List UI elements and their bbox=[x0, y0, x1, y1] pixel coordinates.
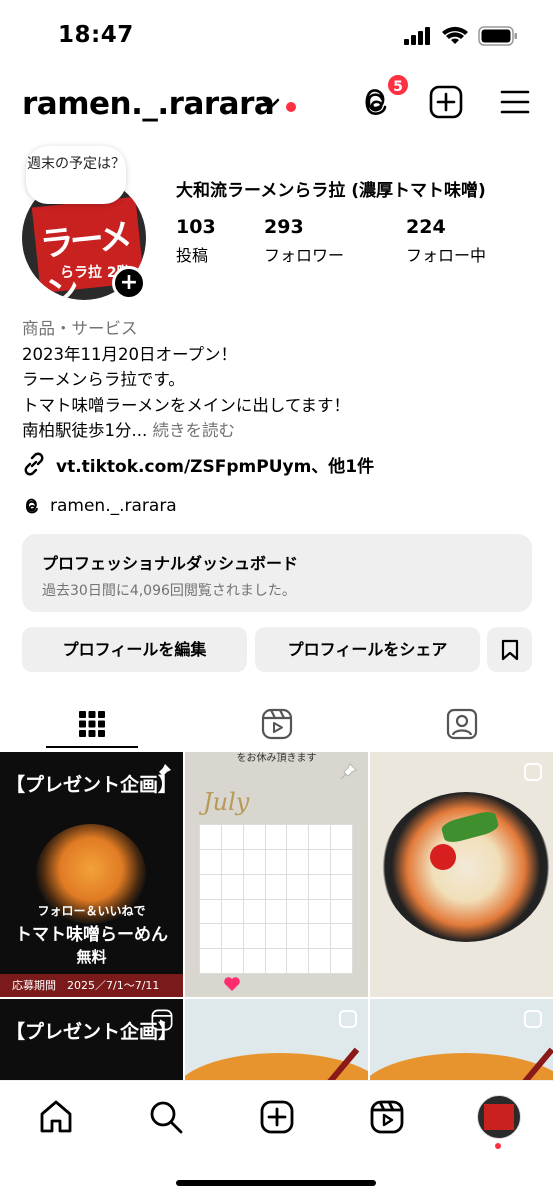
nav-avatar-sign bbox=[484, 1104, 514, 1130]
stat-value: 224 bbox=[406, 216, 446, 238]
pinned-icon bbox=[156, 764, 171, 779]
post-bowl-image bbox=[382, 792, 550, 942]
reels-nav-icon[interactable] bbox=[367, 1097, 407, 1137]
tab-tagged[interactable] bbox=[370, 697, 554, 751]
stat-label: フォロワー bbox=[264, 246, 345, 265]
read-more-link[interactable]: 続きを読む bbox=[152, 421, 235, 440]
bookmark-icon bbox=[501, 639, 518, 661]
profile-header: ramen._.rarara bbox=[0, 78, 554, 134]
post-tile[interactable] bbox=[370, 752, 553, 997]
tab-reels[interactable] bbox=[185, 697, 369, 751]
notification-dot bbox=[286, 102, 296, 112]
stat-label: 投稿 bbox=[176, 246, 209, 265]
profile-link[interactable]: vt.tiktok.com/ZSFpmPUym、他1件 bbox=[22, 450, 374, 478]
note-bubble[interactable]: 週末の予定は？ bbox=[26, 146, 126, 204]
bio-line: 南柏駅徒歩1分... bbox=[22, 421, 148, 440]
profile-stats: 103 投稿 293 フォロワー 224 フォロー中 bbox=[176, 216, 536, 272]
profile-nav-dot bbox=[495, 1143, 501, 1149]
post-tile[interactable]: 【プレゼント企画】 bbox=[0, 999, 183, 1080]
post-tomato bbox=[430, 844, 456, 870]
multi-image-icon bbox=[524, 763, 542, 781]
display-name: 大和流ラーメンらラ拉 (濃厚トマト味噌) bbox=[176, 181, 486, 201]
link-text: vt.tiktok.com/ZSFpmPUym、他1件 bbox=[56, 456, 375, 477]
signal-icon bbox=[404, 27, 430, 45]
post-tile[interactable] bbox=[370, 999, 553, 1080]
profile-category: 商品・サービス bbox=[22, 319, 138, 338]
professional-dashboard[interactable]: プロフェッショナルダッシュボード 過去30日間に4,096回閲覧されました。 bbox=[22, 534, 532, 612]
reel-post-icon bbox=[151, 1009, 173, 1031]
tagged-icon bbox=[446, 708, 478, 740]
heart-icon bbox=[224, 977, 240, 991]
tab-grid[interactable] bbox=[0, 697, 184, 751]
grid-icon bbox=[79, 711, 105, 737]
stat-value: 103 bbox=[176, 216, 216, 238]
create-post-icon[interactable] bbox=[428, 84, 464, 120]
threads-badge: 5 bbox=[386, 73, 410, 97]
post-period-bar: 応募期間 2025／7/1〜7/11 bbox=[0, 974, 183, 997]
bottom-nav bbox=[0, 1080, 554, 1199]
threads-link[interactable]: ramen._.rarara bbox=[22, 493, 177, 519]
stat-value: 293 bbox=[264, 216, 304, 238]
link-icon bbox=[24, 452, 44, 476]
dashboard-subtitle: 過去30日間に4,096回閲覧されました。 bbox=[42, 583, 296, 599]
stat-posts[interactable]: 103 投稿 bbox=[176, 216, 216, 266]
search-icon[interactable] bbox=[146, 1097, 186, 1137]
bio-line: ラーメンらラ拉です。 bbox=[22, 370, 185, 389]
post-text: フォロー＆いいねで bbox=[37, 904, 146, 918]
bio-line-last: 南柏駅徒歩1分... 続きを読む bbox=[22, 418, 532, 444]
multi-image-icon bbox=[339, 1010, 357, 1028]
status-bar: 18:47 bbox=[0, 0, 554, 70]
create-icon[interactable] bbox=[257, 1097, 297, 1137]
active-tab-indicator bbox=[46, 746, 138, 748]
saved-button[interactable] bbox=[487, 627, 532, 672]
bio-line: トマト味噌ラーメンをメインに出してます！ bbox=[22, 395, 351, 415]
battery-icon bbox=[478, 26, 517, 46]
home-indicator bbox=[176, 1180, 376, 1186]
share-profile-button[interactable]: プロフィールをシェア bbox=[255, 627, 480, 672]
add-story-button[interactable]: + bbox=[112, 266, 146, 300]
post-text: トマト味噌らーめん bbox=[15, 925, 168, 945]
chevron-down-icon[interactable] bbox=[262, 98, 280, 110]
threads-small-icon bbox=[25, 498, 38, 514]
posts-grid: 【プレゼント企画】 フォロー＆いいねで トマト味噌らーめん 無料 応募期間 20… bbox=[0, 752, 554, 1080]
threads-handle: ramen._.rarara bbox=[50, 496, 177, 516]
reels-icon bbox=[261, 708, 293, 740]
stat-followers[interactable]: 293 フォロワー bbox=[264, 216, 344, 266]
post-month: July bbox=[203, 788, 250, 816]
stat-following[interactable]: 224 フォロー中 bbox=[406, 216, 486, 266]
pinned-icon bbox=[340, 763, 357, 780]
post-text: 無料 bbox=[76, 948, 107, 966]
home-icon[interactable] bbox=[36, 1097, 76, 1137]
edit-profile-button[interactable]: プロフィールを編集 bbox=[22, 627, 247, 672]
bio-line: 2023年11月20日オープン！ bbox=[22, 344, 237, 364]
menu-icon[interactable] bbox=[497, 84, 533, 120]
dashboard-title: プロフェッショナルダッシュボード bbox=[42, 554, 299, 573]
post-tile[interactable]: をお休み頂きます July bbox=[185, 752, 368, 997]
username-switcher[interactable]: ramen._.rarara bbox=[22, 86, 275, 122]
post-tile[interactable]: 【プレゼント企画】 フォロー＆いいねで トマト味噌らーめん 無料 応募期間 20… bbox=[0, 752, 183, 997]
profile-nav-avatar[interactable] bbox=[477, 1095, 521, 1139]
status-icons bbox=[404, 26, 518, 46]
stat-label: フォロー中 bbox=[406, 246, 487, 265]
wifi-icon bbox=[442, 26, 468, 44]
multi-image-icon bbox=[524, 1010, 542, 1028]
profile-tabs bbox=[0, 697, 554, 751]
calendar-image bbox=[199, 824, 353, 974]
status-time: 18:47 bbox=[58, 22, 134, 48]
post-tile[interactable] bbox=[185, 999, 368, 1080]
profile-bio: 商品・サービス 2023年11月20日オープン！ ラーメンらラ拉です。 トマト味… bbox=[22, 316, 532, 444]
